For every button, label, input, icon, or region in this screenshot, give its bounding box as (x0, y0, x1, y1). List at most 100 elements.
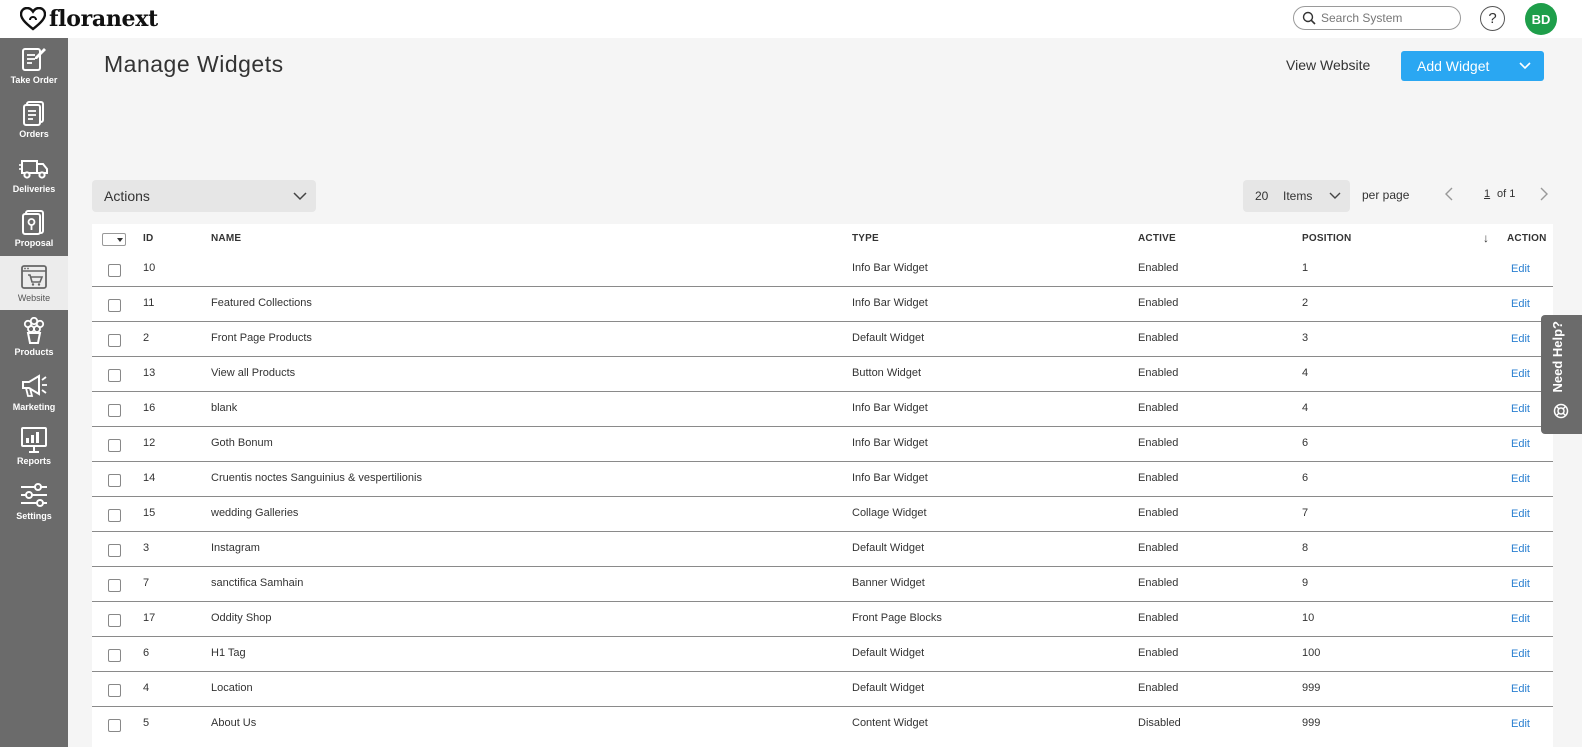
row-checkbox[interactable] (108, 299, 121, 312)
chevron-down-icon (293, 192, 307, 201)
row-checkbox[interactable] (108, 509, 121, 522)
cell-position: 6 (1302, 437, 1309, 449)
table-row[interactable]: 16 blank Info Bar Widget Enabled 4 Edit (92, 392, 1553, 427)
column-header-active[interactable]: ACTIVE (1138, 233, 1176, 244)
caret-down-icon[interactable] (117, 238, 123, 242)
next-page-icon[interactable] (1539, 187, 1549, 201)
add-widget-label: Add Widget (1417, 58, 1490, 74)
table-row[interactable]: 2 Front Page Products Default Widget Enable… (92, 322, 1553, 357)
edit-link[interactable]: Edit (1511, 403, 1530, 415)
column-header-id[interactable]: ID (143, 233, 153, 244)
take-order-icon (19, 45, 49, 73)
sidebar-item-settings[interactable]: Settings (0, 474, 68, 528)
search-icon (1302, 11, 1316, 25)
add-widget-button[interactable]: Add Widget (1401, 51, 1544, 81)
cell-type: Default Widget (852, 332, 925, 344)
cell-type: Collage Widget (852, 507, 927, 519)
edit-link[interactable]: Edit (1511, 578, 1530, 590)
edit-link[interactable]: Edit (1511, 648, 1530, 660)
help-button[interactable]: ? (1480, 6, 1505, 31)
sidebar-item-deliveries[interactable]: Deliveries (0, 147, 68, 201)
table-row[interactable]: 3 Instagram Default Widget Enabled 8 Edit (92, 532, 1553, 567)
edit-link[interactable]: Edit (1511, 683, 1530, 695)
edit-link[interactable]: Edit (1511, 333, 1530, 345)
sidebar-item-reports[interactable]: Reports (0, 419, 68, 473)
table-row[interactable]: 4 Location Default Widget Enabled 999 Edit (92, 672, 1553, 707)
edit-link[interactable]: Edit (1511, 298, 1530, 310)
table-row[interactable]: 7 sanctifica Samhain Banner Widget Enabled 9… (92, 567, 1553, 602)
row-checkbox[interactable] (108, 474, 121, 487)
cell-active: Enabled (1138, 367, 1179, 379)
cell-position: 1 (1302, 262, 1309, 274)
table-row[interactable]: 13 View all Products Button Widget Enabled 4… (92, 357, 1553, 392)
sliders-icon (19, 481, 49, 509)
sidebar-item-website[interactable]: Website (0, 256, 68, 310)
edit-link[interactable]: Edit (1511, 543, 1530, 555)
cell-position: 3 (1302, 332, 1309, 344)
table-row[interactable]: 17 Oddity Shop Front Page Blocks Enabled 10 E… (92, 602, 1553, 637)
sidebar-item-label: Proposal (14, 238, 54, 248)
table-row[interactable]: 11 Featured Collections Info Bar Widget Ena… (92, 287, 1553, 322)
edit-link[interactable]: Edit (1511, 473, 1530, 485)
row-checkbox[interactable] (108, 684, 121, 697)
sidebar-item-label: Marketing (12, 402, 56, 412)
cell-type: Default Widget (852, 682, 925, 694)
sidebar-item-take-order[interactable]: Take Order (0, 38, 68, 92)
row-checkbox[interactable] (108, 614, 121, 627)
table-row[interactable]: 5 About Us Content Widget Disabled 999 Edit (92, 707, 1553, 742)
sidebar-item-proposal[interactable]: Proposal (0, 201, 68, 255)
row-checkbox[interactable] (108, 334, 121, 347)
edit-link[interactable]: Edit (1511, 438, 1530, 450)
per-page-dropdown[interactable]: 20 Items (1243, 180, 1350, 212)
top-bar: floranext ? BD (0, 0, 1582, 38)
cell-id: 16 (143, 402, 156, 414)
cell-id: 10 (143, 262, 156, 274)
cell-id: 14 (143, 472, 156, 484)
current-page-input[interactable]: 1 (1484, 188, 1490, 200)
table-row[interactable]: 12 Goth Bonum Info Bar Widget Enabled 6 Edit (92, 427, 1553, 462)
table-row[interactable]: 14 Cruentis noctes Sanguinius & vespertil… (92, 462, 1553, 497)
column-header-position[interactable]: POSITION (1302, 233, 1351, 244)
page-total: of 1 (1497, 188, 1516, 200)
table-row[interactable]: 15 wedding Galleries Collage Widget Enabled… (92, 497, 1553, 532)
actions-label: Actions (104, 188, 150, 204)
row-checkbox[interactable] (108, 579, 121, 592)
edit-link[interactable]: Edit (1511, 263, 1530, 275)
search-input[interactable] (1321, 11, 1451, 25)
cell-position: 8 (1302, 542, 1309, 554)
cell-type: Info Bar Widget (852, 262, 928, 274)
row-checkbox[interactable] (108, 264, 121, 277)
sidebar-item-orders[interactable]: Orders (0, 92, 68, 146)
previous-page-icon[interactable] (1444, 187, 1454, 201)
view-website-link[interactable]: View Website (1286, 57, 1370, 73)
sidebar-item-marketing[interactable]: Marketing (0, 365, 68, 419)
row-checkbox[interactable] (108, 719, 121, 732)
cell-id: 6 (143, 647, 150, 659)
cell-name: View all Products (211, 367, 296, 379)
search-box[interactable] (1293, 6, 1461, 30)
row-checkbox[interactable] (108, 544, 121, 557)
need-help-tab[interactable]: Need Help? (1541, 315, 1582, 434)
table-row[interactable]: 10 Info Bar Widget Enabled 1 Edit (92, 252, 1553, 287)
row-checkbox[interactable] (108, 649, 121, 662)
user-avatar[interactable]: BD (1525, 3, 1557, 35)
edit-link[interactable]: Edit (1511, 718, 1530, 730)
sort-descending-icon[interactable]: ↓ (1483, 231, 1489, 245)
select-all-checkbox[interactable] (102, 233, 126, 246)
column-header-name[interactable]: NAME (211, 233, 241, 244)
edit-link[interactable]: Edit (1511, 368, 1530, 380)
row-checkbox[interactable] (108, 369, 121, 382)
row-checkbox[interactable] (108, 404, 121, 417)
table-row[interactable]: 6 H1 Tag Default Widget Enabled 100 Edit (92, 637, 1553, 672)
edit-link[interactable]: Edit (1511, 613, 1530, 625)
actions-dropdown[interactable]: Actions (92, 180, 316, 212)
column-header-type[interactable]: TYPE (852, 233, 879, 244)
row-checkbox[interactable] (108, 439, 121, 452)
edit-link[interactable]: Edit (1511, 508, 1530, 520)
floranext-logo[interactable]: floranext (20, 4, 158, 34)
sidebar-item-products[interactable]: Products (0, 310, 68, 364)
cell-position: 4 (1302, 367, 1309, 379)
cell-id: 5 (143, 717, 150, 729)
chevron-down-icon[interactable] (1518, 59, 1532, 73)
cell-name: Goth Bonum (211, 437, 273, 449)
